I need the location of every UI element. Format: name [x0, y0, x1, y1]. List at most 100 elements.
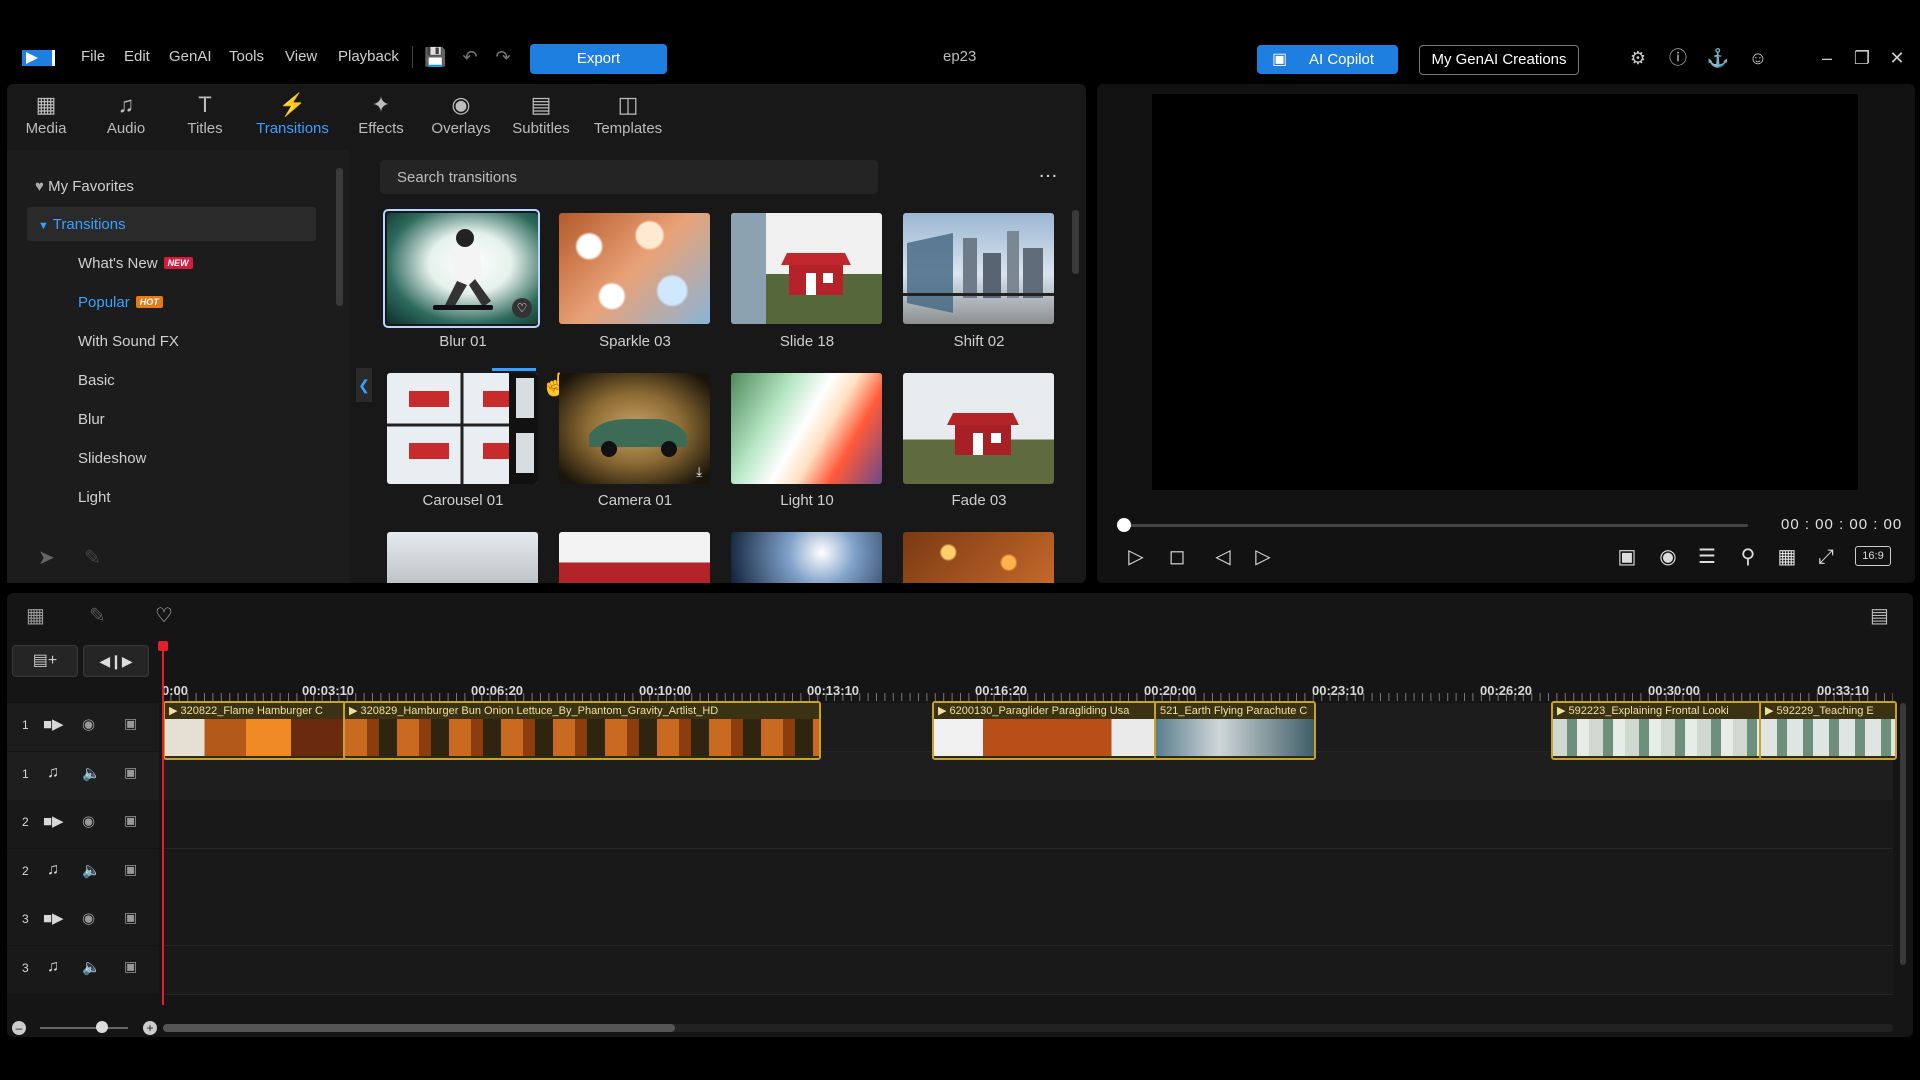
sidebar-item-popular[interactable]: Popular HOT	[78, 294, 163, 311]
timeline-clip[interactable]: ▶ 320822_Flame Hamburger C	[163, 701, 347, 760]
sidebar-item-whats-new[interactable]: What's New NEW	[78, 255, 193, 272]
user-icon[interactable]: ☺	[1746, 46, 1770, 70]
tab-audio[interactable]: ♫ Audio	[91, 92, 161, 137]
preview-scrubber[interactable]	[1117, 518, 1131, 532]
zoom-slider-track[interactable]	[40, 1027, 128, 1029]
tab-templates[interactable]: ◫ Templates	[593, 92, 663, 137]
tag-edit-icon[interactable]: ✎	[84, 545, 101, 570]
marker-icon[interactable]: ♡	[155, 603, 173, 628]
track-row-video-3[interactable]	[162, 897, 1893, 946]
preview-timeline-track[interactable]	[1125, 524, 1748, 527]
sidebar-item-blur[interactable]: Blur	[78, 411, 105, 428]
timeline-horizontal-scrollbar[interactable]	[163, 1024, 675, 1032]
ai-copilot-button[interactable]: ▣ AI Copilot	[1257, 45, 1398, 74]
timeline-clip[interactable]: ▶ 320829_Hamburger Bun Onion Lettuce_By_…	[343, 701, 821, 760]
menu-genai[interactable]: GenAI	[169, 48, 212, 65]
transition-thumbnail[interactable]	[387, 532, 538, 583]
track-row-audio-2[interactable]	[162, 849, 1893, 898]
tab-media[interactable]: ▦ Media	[11, 92, 81, 137]
eye-icon[interactable]: ◉	[82, 812, 95, 830]
playback-speed-icon[interactable]: ◉	[1655, 545, 1681, 569]
preview-quality-icon[interactable]: ☰	[1694, 545, 1720, 569]
playhead[interactable]	[162, 643, 164, 1005]
lock-icon[interactable]: ▣	[124, 715, 137, 732]
export-button[interactable]: Export	[530, 44, 667, 74]
snapshot-icon[interactable]: ▣	[1614, 545, 1640, 569]
minimize-icon[interactable]: –	[1815, 46, 1839, 70]
lock-icon[interactable]: ▣	[124, 958, 137, 975]
previous-frame-icon[interactable]: ◁	[1210, 545, 1236, 569]
timeline-settings-icon[interactable]: ▤	[1870, 603, 1889, 628]
sidebar-item-sound-fx[interactable]: With Sound FX	[78, 333, 179, 350]
transition-thumbnail-slide-18[interactable]	[731, 213, 882, 324]
transition-thumbnail-shift-02[interactable]	[903, 213, 1054, 324]
sidebar-scrollbar[interactable]	[336, 168, 343, 306]
tab-titles[interactable]: T Titles	[170, 92, 240, 137]
library-scrollbar[interactable]	[1072, 210, 1079, 274]
menu-playback[interactable]: Playback	[338, 48, 399, 65]
track-row-audio-3[interactable]	[162, 946, 1893, 995]
menu-edit[interactable]: Edit	[124, 48, 150, 65]
timeline-clip[interactable]: ▶ 592223_Explaining Frontal Looki	[1551, 701, 1763, 760]
lock-icon[interactable]: ▣	[124, 861, 137, 878]
menu-tools[interactable]: Tools	[229, 48, 264, 65]
fit-timeline-button[interactable]: ◀❙▶	[83, 645, 149, 677]
sidebar-item-light[interactable]: Light	[78, 489, 111, 506]
undo-icon[interactable]: ↶	[459, 46, 481, 68]
playhead-handle[interactable]	[158, 641, 168, 651]
restore-icon[interactable]: ❐	[1850, 46, 1874, 70]
transition-thumbnail-sparkle-03[interactable]	[559, 213, 710, 324]
menu-view[interactable]: View	[285, 48, 317, 65]
transition-thumbnail-carousel-01[interactable]	[387, 373, 538, 484]
gear-icon[interactable]: ⚙	[1626, 46, 1650, 70]
lock-icon[interactable]: ▣	[124, 764, 137, 781]
tab-overlays[interactable]: ◉ Overlays	[426, 92, 496, 137]
speaker-icon[interactable]: 🔈	[82, 861, 101, 879]
speaker-icon[interactable]: 🔈	[82, 764, 101, 782]
play-icon[interactable]: ▷	[1123, 545, 1149, 569]
zoom-in-icon[interactable]: +	[143, 1021, 157, 1035]
sidebar-item-basic[interactable]: Basic	[78, 372, 115, 389]
transition-thumbnail-blur-01[interactable]: ♡	[387, 213, 538, 324]
close-icon[interactable]: ✕	[1885, 46, 1909, 70]
eye-icon[interactable]: ◉	[82, 909, 95, 927]
time-ruler[interactable]	[162, 680, 1893, 702]
tag-add-icon[interactable]: ➤	[38, 545, 55, 570]
timeline-clip[interactable]: ▶ 592229_Teaching E	[1759, 701, 1897, 760]
save-icon[interactable]: 💾	[424, 46, 446, 68]
timeline-clip[interactable]: 521_Earth Flying Parachute C	[1154, 701, 1316, 760]
transition-thumbnail[interactable]	[731, 532, 882, 583]
sidebar-item-slideshow[interactable]: Slideshow	[78, 450, 146, 467]
chevron-left-icon[interactable]: ❮	[356, 368, 372, 402]
tab-subtitles[interactable]: ▤ Subtitles	[506, 92, 576, 137]
redo-icon[interactable]: ↷	[492, 46, 514, 68]
timeline-clip[interactable]: ▶ 6200130_Paraglider Paragliding Usa	[932, 701, 1158, 760]
search-input[interactable]: Search transitions	[380, 160, 878, 194]
next-frame-icon[interactable]: ▷	[1250, 545, 1276, 569]
favorite-heart-icon[interactable]: ♡	[512, 298, 532, 318]
edit-pen-icon[interactable]: ✎	[89, 603, 106, 628]
transition-thumbnail-light-10[interactable]	[731, 373, 882, 484]
menu-file[interactable]: File	[81, 48, 105, 65]
track-row-video-2[interactable]	[162, 800, 1893, 849]
transition-thumbnail[interactable]	[903, 532, 1054, 583]
stop-icon[interactable]: ◻	[1164, 545, 1190, 569]
my-favorites-item[interactable]: ♥ My Favorites	[35, 178, 134, 195]
safe-zone-icon[interactable]: ▦	[1774, 545, 1800, 569]
eye-icon[interactable]: ◉	[82, 715, 95, 733]
more-options-icon[interactable]: …	[1038, 160, 1058, 183]
tab-transitions[interactable]: ⚡ Transitions	[255, 92, 330, 137]
timeline-tools-icon[interactable]: ▦	[26, 603, 45, 628]
transition-thumbnail-fade-03[interactable]	[903, 373, 1054, 484]
timeline-vertical-scrollbar[interactable]	[1900, 703, 1906, 965]
megaphone-icon[interactable]: ⚓	[1706, 46, 1730, 70]
speaker-icon[interactable]: 🔈	[82, 958, 101, 976]
zoom-slider-thumb[interactable]	[96, 1021, 108, 1033]
transition-thumbnail[interactable]	[559, 532, 710, 583]
zoom-icon[interactable]: ⚲	[1735, 545, 1761, 569]
zoom-out-icon[interactable]: –	[12, 1021, 26, 1035]
aspect-ratio-button[interactable]: 16:9	[1855, 546, 1891, 566]
fullscreen-icon[interactable]: ⤢	[1813, 545, 1839, 569]
add-track-button[interactable]: ▤+	[12, 645, 78, 677]
transition-thumbnail-camera-01[interactable]: ⤓	[559, 373, 710, 484]
